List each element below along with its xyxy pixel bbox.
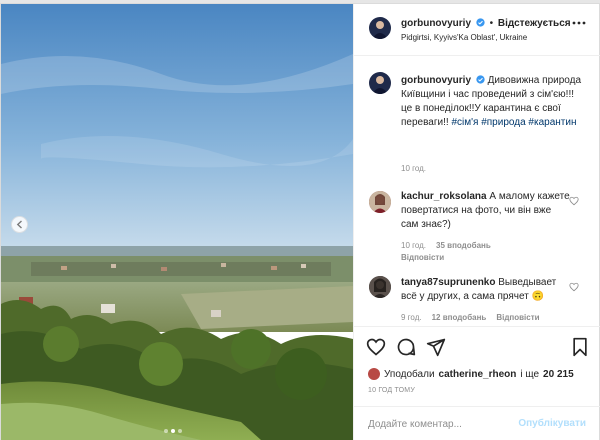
reply-button[interactable]: Відповісти: [496, 313, 539, 322]
comment-meta: 9 год. 12 вподобань Відповісти: [401, 313, 540, 322]
header-title-line: gorbunovyuriy • Відстежується: [401, 18, 571, 29]
comment-time: 9 год.: [401, 313, 422, 322]
avatar-portrait: [372, 21, 388, 39]
post-side-panel: gorbunovyuriy • Відстежується Pidgirtsi,…: [353, 4, 600, 440]
publish-button[interactable]: Опублікувати: [518, 418, 586, 429]
comment-like-icon[interactable]: [569, 282, 579, 292]
bookmark-icon[interactable]: [570, 337, 590, 357]
hashtag-link[interactable]: #природа: [481, 117, 525, 128]
comment-item: kachur_roksolana А малому кажете поверта…: [401, 190, 571, 232]
likes-prefix: Уподобали: [384, 368, 435, 380]
carousel-dot: [178, 429, 182, 433]
verified-badge-icon: [476, 75, 485, 84]
post-header: gorbunovyuriy • Відстежується Pidgirtsi,…: [354, 4, 600, 56]
hashtag-link[interactable]: #карантин: [528, 117, 576, 128]
post-actions-bar: Уподобали catherine_rheon і ще 20 215 10…: [354, 326, 600, 396]
comment-likes-count[interactable]: 35 вподобань: [436, 241, 491, 250]
heart-icon[interactable]: [366, 337, 386, 357]
caption-time: 10 год.: [401, 164, 427, 173]
send-icon[interactable]: [426, 337, 446, 357]
likes-summary[interactable]: Уподобали catherine_rheon і ще 20 215: [368, 368, 574, 380]
follow-status-button[interactable]: Відстежується: [498, 18, 571, 29]
avatar-portrait: [372, 76, 388, 94]
carousel-dot-active: [171, 429, 175, 433]
commenter-avatar[interactable]: [369, 191, 391, 213]
landscape-photo: [1, 4, 353, 440]
liker-username[interactable]: catherine_rheon: [439, 369, 517, 380]
author-avatar[interactable]: [369, 17, 391, 39]
comment-emoji: 🙃: [531, 291, 545, 302]
separator-dot: •: [489, 18, 494, 29]
post-time-ago[interactable]: 10 ГОД ТОМУ: [368, 387, 415, 394]
comment-username[interactable]: tanya87suprunenko: [401, 277, 495, 288]
carousel-prev-button[interactable]: [11, 216, 28, 233]
chevron-left-icon: [16, 220, 22, 229]
post-location[interactable]: Pidgirtsi, Kyyivs'Ka Oblast', Ukraine: [401, 33, 527, 42]
caption-author-avatar[interactable]: [369, 72, 391, 94]
post-caption: gorbunovyuriy Дивовижна природа Київщини…: [401, 74, 586, 130]
comment-item: tanya87suprunenko Выведывает всё у други…: [401, 276, 571, 304]
avatar-portrait: [369, 276, 391, 298]
likes-suffix: і ще: [520, 368, 540, 380]
more-options-icon[interactable]: [572, 21, 586, 25]
author-username[interactable]: gorbunovyuriy: [401, 18, 471, 29]
comment-like-icon[interactable]: [569, 196, 579, 206]
carousel-dot: [164, 429, 168, 433]
comment-input[interactable]: [368, 415, 518, 433]
caption-username[interactable]: gorbunovyuriy: [401, 75, 471, 86]
hashtag-link[interactable]: #сім'я: [451, 117, 478, 128]
liker-avatar: [368, 368, 380, 380]
verified-badge-icon: [476, 18, 485, 27]
post-photo: [1, 4, 353, 440]
add-comment-bar: Опублікувати: [354, 406, 600, 440]
reply-button[interactable]: Відповісти: [401, 253, 444, 262]
likes-count[interactable]: 20 215: [543, 369, 574, 380]
comment-time: 10 год.: [401, 241, 427, 250]
comment-meta: 10 год. 35 вподобань: [401, 241, 491, 250]
instagram-post-modal: gorbunovyuriy • Відстежується Pidgirtsi,…: [0, 3, 600, 440]
comment-icon[interactable]: [396, 337, 416, 357]
commenter-avatar[interactable]: [369, 276, 391, 298]
carousel-indicators: [164, 429, 182, 433]
comment-likes-count[interactable]: 12 вподобань: [432, 313, 487, 322]
comment-username[interactable]: kachur_roksolana: [401, 191, 487, 202]
avatar-portrait: [369, 191, 391, 213]
